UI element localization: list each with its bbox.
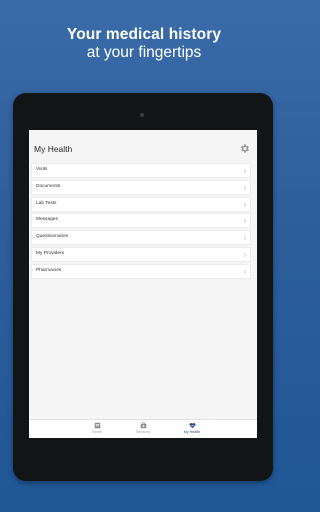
menu-item-visits[interactable]: Visits (31, 163, 251, 178)
menu-item-label: Messages (36, 217, 58, 223)
menu-item-label: Visits (36, 167, 48, 172)
menu-item-documents[interactable]: Documents (31, 179, 251, 195)
menu-item-label: Documents (36, 183, 61, 189)
camera-dot (140, 113, 144, 117)
app-header: My Health (29, 130, 257, 164)
menu-item-label: Pharmacies (36, 267, 62, 273)
promo-headline: Your medical history at your fingertips (0, 26, 288, 62)
home-icon (94, 422, 100, 429)
tab-my-health[interactable]: My Health (172, 422, 212, 438)
medical-bag-icon (140, 422, 146, 429)
chevron-right-icon (243, 252, 247, 257)
headline-line-1: Your medical history (66, 26, 222, 43)
page-title: My Health (34, 144, 73, 154)
tab-services[interactable]: Services (123, 422, 163, 438)
chevron-right-icon (243, 235, 247, 241)
headline-line-2: at your fingertips (86, 44, 202, 61)
menu-item-label: Questionnaires (36, 234, 69, 239)
menu-item-my-providers[interactable]: My Providers (31, 246, 251, 262)
health-menu-list: Visits Documents Lab Tests Messages Ques… (31, 163, 251, 280)
tab-home[interactable]: Home (77, 422, 117, 438)
chevron-right-icon (243, 202, 247, 207)
chevron-right-icon (243, 168, 247, 174)
chevron-right-icon (243, 185, 247, 190)
menu-item-pharmacies[interactable]: Pharmacies (31, 263, 251, 279)
tab-label: My Health (183, 430, 201, 434)
menu-item-messages[interactable]: Messages (31, 213, 251, 229)
gear-icon[interactable] (239, 143, 250, 154)
tablet-device: My Health Visits Documents Lab Tests Mes… (13, 93, 273, 481)
heart-icon (189, 423, 195, 429)
chevron-right-icon (243, 269, 247, 274)
app-screen: My Health Visits Documents Lab Tests Mes… (29, 130, 257, 438)
menu-item-lab-tests[interactable]: Lab Tests (31, 196, 251, 212)
menu-item-label: My Providers (36, 250, 64, 256)
menu-item-label: Lab Tests (36, 200, 57, 206)
tab-label: Home (92, 430, 102, 434)
tab-label: Services (136, 430, 150, 434)
chevron-right-icon (243, 219, 247, 224)
menu-item-questionnaires[interactable]: Questionnaires (31, 230, 251, 245)
bottom-tab-bar: Home Services My Health (29, 419, 257, 438)
